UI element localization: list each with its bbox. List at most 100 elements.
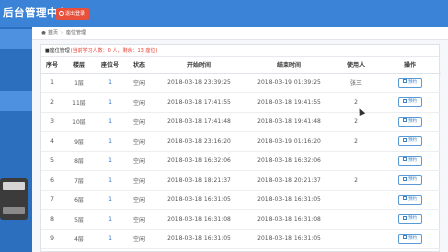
cell-user [333, 190, 379, 210]
cell-user: 2 [333, 170, 379, 191]
cell-end-time: 2018-03-18 16:32:06 [245, 151, 333, 171]
reserve-label: 预约 [408, 157, 417, 163]
reserve-label: 预约 [408, 79, 417, 85]
cell-status: 空闲 [125, 92, 153, 113]
cell-user: 2 [333, 112, 379, 132]
cell-floor: 1层 [63, 73, 95, 93]
reserve-label: 预约 [408, 196, 417, 202]
cell-no: 8 [41, 209, 63, 230]
cell-status: 空闲 [125, 229, 153, 249]
cell-floor: 6层 [63, 190, 95, 210]
seat-table: 序号 楼层 座位号 状态 开始时间 结束时间 使用人 操作 1 1层 1 空闲 2018… [41, 57, 441, 249]
cell-user [333, 209, 379, 230]
cell-floor: 8层 [63, 151, 95, 171]
cell-end-time: 2018-03-18 16:31:08 [245, 209, 333, 230]
table-row: 6 7层 1 空闲 2018-03-18 18:21:37 2018-03-18 20:2… [41, 170, 441, 191]
sidebar-item-5[interactable] [0, 115, 32, 135]
cell-start-time: 2018-03-18 16:31:05 [153, 229, 245, 249]
cell-start-time: 2018-03-18 17:41:48 [153, 112, 245, 132]
cell-end-time: 2018-03-18 19:41:55 [245, 92, 333, 113]
cell-action: 预约 [379, 151, 441, 171]
reserve-label: 预约 [408, 177, 417, 183]
cell-user [333, 229, 379, 249]
sidebar-item-6[interactable] [0, 137, 32, 157]
panel-header: ■座位管理(当前学习人数：0 人，剩余：13 座位) [41, 45, 439, 57]
cell-end-time: 2018-03-19 01:16:20 [245, 131, 333, 152]
reserve-button[interactable]: 预约 [398, 214, 422, 225]
cell-start-time: 2018-03-18 23:39:25 [153, 73, 245, 93]
cell-no: 5 [41, 151, 63, 171]
reserve-button[interactable]: 预约 [398, 233, 422, 244]
cell-end-time: 2018-03-18 20:21:37 [245, 170, 333, 191]
cell-floor: 9层 [63, 131, 95, 152]
top-header: 后台管理中心 退出登录 [0, 0, 448, 27]
cell-action: 预约 [379, 170, 441, 191]
cell-start-time: 2018-03-18 17:41:55 [153, 92, 245, 113]
reserve-label: 预约 [408, 235, 417, 241]
cell-status: 空闲 [125, 209, 153, 230]
reserve-button[interactable]: 预约 [398, 175, 422, 186]
edit-icon [403, 118, 407, 123]
cell-floor: 11层 [63, 92, 95, 113]
reserve-label: 预约 [408, 138, 417, 144]
cell-start-time: 2018-03-18 23:16:20 [153, 131, 245, 152]
sidebar-item-2[interactable] [0, 51, 32, 71]
column-header-start: 开始时间 [153, 57, 245, 74]
reserve-button[interactable]: 预约 [398, 136, 422, 147]
sidebar-item-3[interactable] [0, 73, 32, 93]
table-row: 8 5层 1 空闲 2018-03-18 16:31:08 2018-03-18 16:3… [41, 209, 441, 230]
cell-seat: 1 [95, 73, 125, 93]
cell-user: 张三 [333, 73, 379, 93]
cell-status: 空闲 [125, 170, 153, 191]
watermark-part [3, 207, 25, 214]
logout-button[interactable]: 退出登录 [56, 8, 89, 20]
cell-action: 预约 [379, 131, 441, 152]
reserve-button[interactable]: 预约 [398, 97, 422, 108]
cell-floor: 7层 [63, 170, 95, 191]
cell-seat: 1 [95, 131, 125, 152]
reserve-button[interactable]: 预约 [398, 194, 422, 205]
cell-end-time: 2018-03-18 16:31:05 [245, 190, 333, 210]
edit-icon [403, 176, 407, 181]
cell-user [333, 151, 379, 171]
cell-start-time: 2018-03-18 16:31:05 [153, 190, 245, 210]
cell-user: 2 [333, 131, 379, 152]
table-row: 3 10层 1 空闲 2018-03-18 17:41:48 2018-03-18 19:… [41, 112, 441, 132]
column-header-end: 结束时间 [245, 57, 333, 74]
cell-seat: 1 [95, 112, 125, 132]
sidebar-item-4[interactable] [0, 91, 32, 111]
seat-summary: (当前学习人数：0 人，剩余：13 座位) [70, 48, 158, 54]
cell-seat: 1 [95, 229, 125, 249]
reserve-button[interactable]: 预约 [398, 116, 422, 127]
column-header-no: 序号 [41, 57, 63, 74]
reserve-label: 预约 [408, 216, 417, 222]
reserve-button[interactable]: 预约 [398, 155, 422, 166]
power-icon [59, 11, 64, 16]
breadcrumb-home[interactable]: 首页 [48, 30, 58, 36]
cell-start-time: 2018-03-18 16:31:08 [153, 209, 245, 230]
seat-panel: ■座位管理(当前学习人数：0 人，剩余：13 座位) 序号 楼层 座位号 状态 … [40, 44, 441, 252]
table-row: 5 8层 1 空闲 2018-03-18 16:32:06 2018-03-18 16:3… [41, 151, 441, 171]
edit-icon [403, 137, 407, 142]
cell-no: 3 [41, 112, 63, 132]
cell-end-time: 2018-03-18 16:31:05 [245, 229, 333, 249]
cell-seat: 1 [95, 209, 125, 230]
main-content: 首页 › 座位管理 ■座位管理(当前学习人数：0 人，剩余：13 座位) 序号 楼层… [32, 27, 448, 252]
table-row: 1 1层 1 空闲 2018-03-18 23:39:25 2018-03-19 01:3… [41, 73, 441, 93]
cell-status: 空闲 [125, 112, 153, 132]
cell-no: 7 [41, 190, 63, 210]
table-row: 7 6层 1 空闲 2018-03-18 16:31:05 2018-03-18 16:3… [41, 190, 441, 210]
cell-status: 空闲 [125, 131, 153, 152]
panel-title: ■座位管理 [45, 48, 70, 54]
reserve-button[interactable]: 预约 [398, 77, 422, 88]
sidebar-item-7[interactable] [0, 159, 32, 179]
table-row: 4 9层 1 空闲 2018-03-18 23:16:20 2018-03-19 01:1… [41, 131, 441, 152]
breadcrumb-current: 座位管理 [66, 30, 87, 36]
sidebar-item-1[interactable] [0, 29, 32, 49]
cell-seat: 1 [95, 170, 125, 191]
table-row: 9 4层 1 空闲 2018-03-18 16:31:05 2018-03-18 16:3… [41, 229, 441, 249]
cell-status: 空闲 [125, 73, 153, 93]
column-header-action: 操作 [379, 57, 441, 74]
cell-seat: 1 [95, 190, 125, 210]
cell-no: 4 [41, 131, 63, 152]
